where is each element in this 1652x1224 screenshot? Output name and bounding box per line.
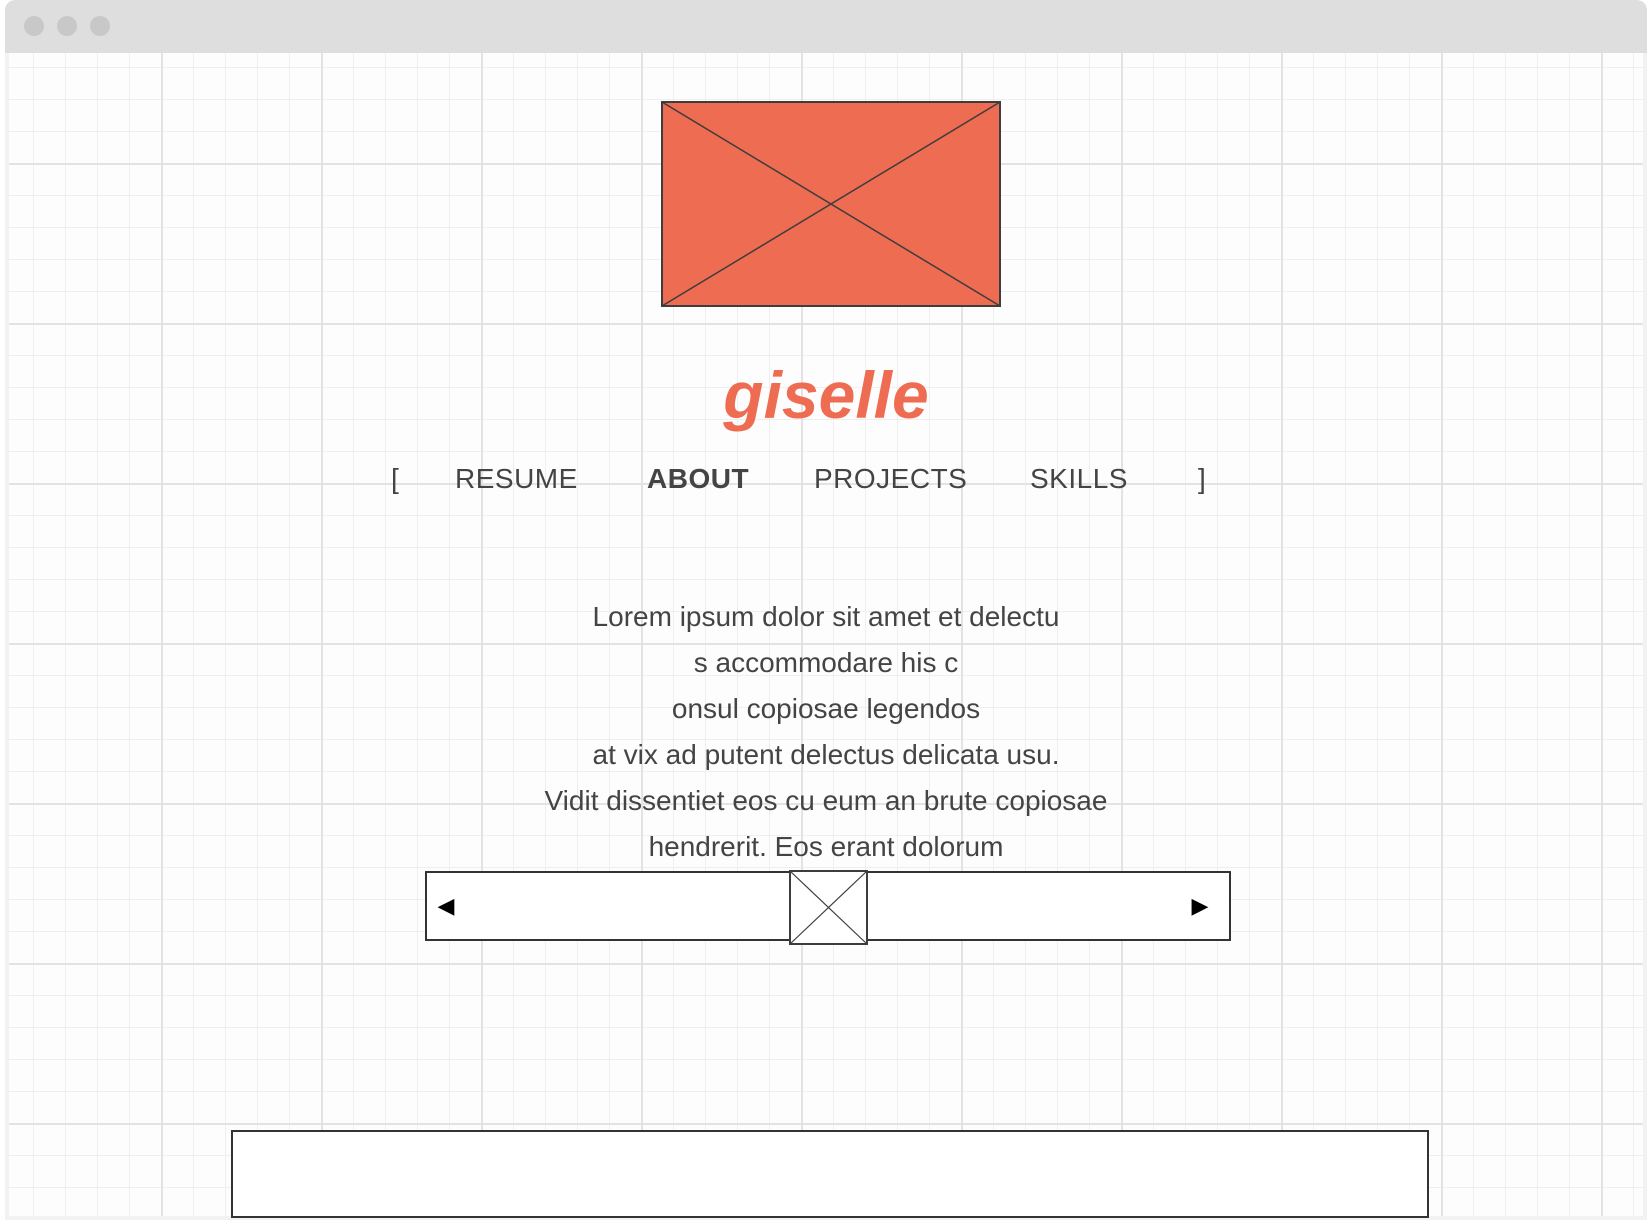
- about-line: s accommodare his c: [693, 647, 959, 678]
- brand-logo-text: giselle: [723, 358, 929, 432]
- about-line: at vix ad putent delectus delicata usu.: [592, 739, 1060, 770]
- about-line: Lorem ipsum dolor sit amet et delectu: [592, 601, 1060, 632]
- triangle-right-icon[interactable]: ▶: [1185, 891, 1215, 921]
- footer-placeholder-box: [231, 1130, 1429, 1218]
- nav-open-bracket: [: [391, 463, 400, 494]
- carousel-thumb-image-placeholder-icon[interactable]: [789, 870, 868, 945]
- about-line: hendrerit. Eos erant dolorum: [648, 831, 1004, 862]
- nav-close-bracket: ]: [1198, 463, 1207, 494]
- nav-item-resume[interactable]: RESUME: [455, 459, 578, 499]
- about-line: onsul copiosae legendos: [671, 693, 981, 724]
- triangle-left-icon[interactable]: ◀: [431, 891, 461, 921]
- window-maximize-dot[interactable]: [90, 16, 110, 36]
- about-line: Vidit dissentiet eos cu eum an brute cop…: [544, 785, 1108, 816]
- wireframe-canvas: giselle [ RESUME ABOUT PROJECTS SKILLS ]…: [9, 53, 1643, 1218]
- nav-item-about[interactable]: ABOUT: [647, 459, 749, 499]
- nav-item-projects[interactable]: PROJECTS: [814, 459, 967, 499]
- browser-window: giselle [ RESUME ABOUT PROJECTS SKILLS ]…: [5, 0, 1647, 1220]
- hero-image-placeholder-icon: [661, 101, 1001, 307]
- window-titlebar: [5, 0, 1647, 53]
- about-paragraph: Lorem ipsum dolor sit amet et delectu s …: [9, 594, 1643, 870]
- window-minimize-dot[interactable]: [57, 16, 77, 36]
- nav-item-skills[interactable]: SKILLS: [1030, 459, 1128, 499]
- window-close-dot[interactable]: [24, 16, 44, 36]
